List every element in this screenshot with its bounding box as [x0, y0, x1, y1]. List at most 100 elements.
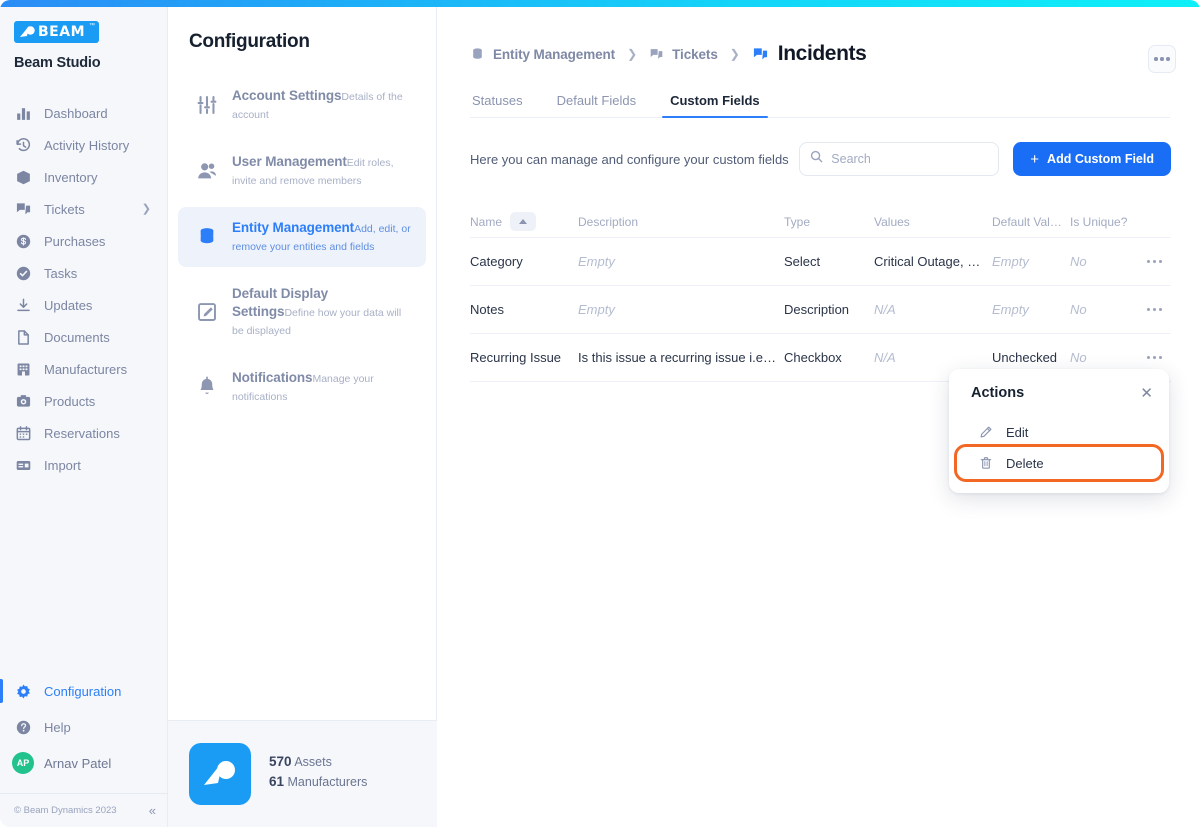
breadcrumb-item-entity-management[interactable]: Entity Management: [470, 47, 615, 62]
sidebar-item-label: Activity History: [44, 137, 130, 153]
tab-bar: Statuses Default Fields Custom Fields: [470, 85, 1170, 118]
column-header-is-unique[interactable]: Is Unique?: [1070, 215, 1140, 229]
config-item-title: Entity Management: [232, 220, 355, 235]
beam-logo-mark-icon: [18, 24, 38, 40]
chart-bar-icon: [14, 104, 32, 122]
table-row[interactable]: Category Empty Select Critical Outage, … Emp…: [470, 238, 1171, 286]
copyright-text: © Beam Dynamics 2023: [14, 805, 117, 816]
sidebar-item-inventory[interactable]: Inventory: [0, 161, 167, 193]
sidebar-item-label: Purchases: [44, 233, 106, 249]
beam-logo: BEAM ™: [14, 21, 99, 43]
more-options-button[interactable]: [1148, 45, 1176, 73]
tab-custom-fields[interactable]: Custom Fields: [662, 93, 768, 118]
sidebar-item-activity-history[interactable]: Activity History: [0, 129, 167, 161]
breadcrumb-label: Incidents: [777, 42, 867, 65]
table-row[interactable]: Notes Empty Description N/A Empty No: [470, 286, 1171, 334]
config-item-account-settings[interactable]: Account SettingsDetails of the account: [178, 75, 426, 135]
actions-menu-item-edit[interactable]: Edit: [957, 417, 1161, 447]
sidebar-item-label: Documents: [44, 329, 110, 345]
plus-icon: +: [1030, 150, 1040, 168]
sidebar-item-tasks[interactable]: Tasks: [0, 257, 167, 289]
sort-ascending-icon[interactable]: [510, 212, 537, 231]
breadcrumb-item-tickets[interactable]: Tickets: [649, 47, 718, 62]
chevron-right-icon[interactable]: ❯: [142, 203, 151, 215]
row-actions-button[interactable]: [1146, 307, 1162, 312]
sidebar-item-reservations[interactable]: Reservations: [0, 417, 167, 449]
column-header-name[interactable]: Name: [470, 212, 578, 231]
sidebar-item-tickets[interactable]: Tickets ❯: [0, 193, 167, 225]
tickets-icon: [649, 47, 664, 62]
edit-square-icon: [194, 299, 220, 325]
sidebar-item-dashboard[interactable]: Dashboard: [0, 97, 167, 129]
pencil-icon: [979, 425, 995, 439]
chevron-double-left-icon[interactable]: «: [149, 803, 156, 818]
cell-name: Recurring Issue: [470, 350, 562, 365]
camera-icon: [14, 392, 32, 410]
window-accent-bar: [0, 0, 1200, 7]
sliders-icon: [194, 92, 220, 118]
row-actions-button[interactable]: [1146, 355, 1162, 360]
sidebar-item-label: Manufacturers: [44, 361, 128, 377]
sidebar-item-label: Configuration: [44, 683, 122, 699]
breadcrumb-separator: ❯: [627, 47, 638, 61]
tab-default-fields[interactable]: Default Fields: [555, 93, 638, 117]
sidebar-item-user[interactable]: AP Arnav Patel: [0, 747, 167, 779]
table-body: Category Empty Select Critical Outage, … Emp…: [470, 238, 1171, 382]
cell-actions: [1140, 355, 1170, 360]
search-box[interactable]: [799, 142, 1000, 176]
database-icon: [470, 47, 485, 62]
cell-is-unique: No: [1070, 302, 1087, 317]
column-header-description[interactable]: Description: [578, 215, 784, 229]
add-custom-field-label: Add Custom Field: [1047, 152, 1154, 166]
cell-description: Empty: [578, 254, 615, 269]
column-header-default-value[interactable]: Default Value: [992, 215, 1070, 229]
sidebar-item-label: Import: [44, 457, 81, 473]
config-item-notifications[interactable]: NotificationsManage your notifications: [178, 357, 426, 417]
cell-actions: [1140, 259, 1170, 264]
cell-name: Category: [470, 254, 523, 269]
tab-statuses[interactable]: Statuses: [470, 93, 525, 117]
sidebar-item-label: Updates: [44, 297, 93, 313]
sidebar-item-configuration[interactable]: Configuration: [0, 675, 167, 707]
history-icon: [14, 136, 32, 154]
column-header-values[interactable]: Values: [874, 215, 992, 229]
config-item-default-display-settings[interactable]: Default Display SettingsDefine how your …: [178, 273, 426, 351]
row-actions-button[interactable]: [1146, 259, 1162, 264]
tickets-icon: [752, 46, 769, 63]
sidebar-item-updates[interactable]: Updates: [0, 289, 167, 321]
page-title: Incidents: [752, 42, 867, 66]
actions-popover-title: Actions: [971, 385, 1025, 401]
building-icon: [14, 360, 32, 378]
config-item-user-management[interactable]: User ManagementEdit roles, invite and re…: [178, 141, 426, 201]
search-icon: [810, 150, 831, 168]
main-content: Entity Management ❯ Tickets ❯ Incidents Stat…: [437, 7, 1200, 827]
column-header-type[interactable]: Type: [784, 215, 874, 229]
sidebar-item-import[interactable]: Import: [0, 449, 167, 481]
sidebar-item-label: Tasks: [44, 265, 78, 281]
configuration-list: Account SettingsDetails of the account Us…: [168, 75, 436, 417]
config-item-title: Notifications: [232, 370, 313, 385]
add-custom-field-button[interactable]: + Add Custom Field: [1013, 142, 1171, 176]
stat-manufacturers: 61 Manufacturers: [269, 774, 368, 789]
config-item-entity-management[interactable]: Entity ManagementAdd, edit, or remove yo…: [178, 207, 426, 267]
sidebar-item-documents[interactable]: Documents: [0, 321, 167, 353]
actions-popover-items: Edit Delete: [949, 417, 1169, 482]
beam-logo-text: BEAM: [38, 24, 86, 40]
users-icon: [194, 158, 220, 184]
gear-icon: [14, 682, 32, 700]
sidebar-item-help[interactable]: Help: [0, 711, 167, 743]
sidebar-nav-bottom: Configuration Help AP Arnav Patel: [0, 675, 167, 783]
trash-icon: [979, 456, 995, 470]
configuration-title: Configuration: [189, 31, 310, 52]
search-input[interactable]: [831, 152, 993, 166]
workspace-name: Beam Studio: [14, 55, 101, 71]
actions-menu-item-delete[interactable]: Delete: [954, 444, 1164, 482]
custom-fields-table: Name Description Type Values Default Val…: [470, 206, 1171, 382]
breadcrumb-label: Entity Management: [493, 46, 616, 62]
close-icon[interactable]: ✕: [1140, 386, 1153, 401]
primary-sidebar: BEAM ™ Beam Studio Dashboard Activity His…: [0, 7, 168, 827]
sidebar-item-purchases[interactable]: Purchases: [0, 225, 167, 257]
cell-default-value: Unchecked: [992, 350, 1058, 365]
sidebar-item-manufacturers[interactable]: Manufacturers: [0, 353, 167, 385]
sidebar-item-products[interactable]: Products: [0, 385, 167, 417]
